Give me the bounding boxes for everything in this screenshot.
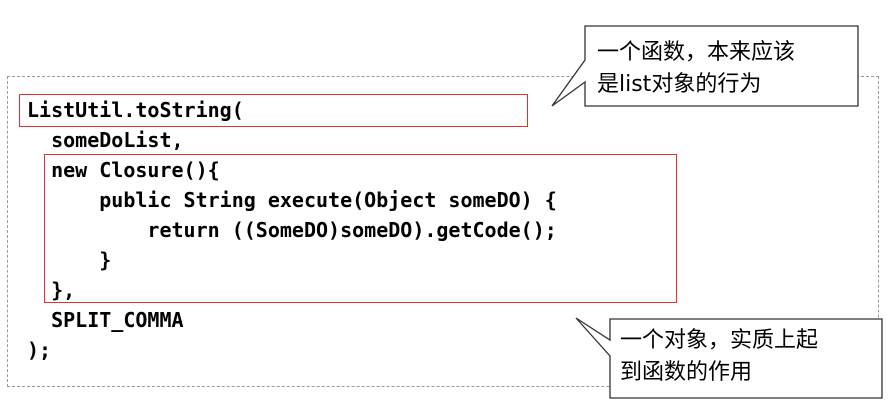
- bottom-callout-text-1: 一个对象，实质上起: [620, 328, 819, 353]
- function-call-highlight: [19, 94, 528, 127]
- code-line-2: someDoList,: [27, 128, 184, 152]
- code-line-9: );: [27, 338, 52, 362]
- bottom-callout-shape: [575, 317, 883, 399]
- code-line-8: SPLIT_COMMA: [27, 308, 184, 332]
- bottom-callout-text-2: 到函数的作用: [620, 360, 753, 385]
- closure-object-highlight: [44, 154, 677, 303]
- top-callout-text-2: 是list对象的行为: [597, 72, 762, 97]
- top-callout-text-1: 一个函数，本来应该: [597, 40, 796, 65]
